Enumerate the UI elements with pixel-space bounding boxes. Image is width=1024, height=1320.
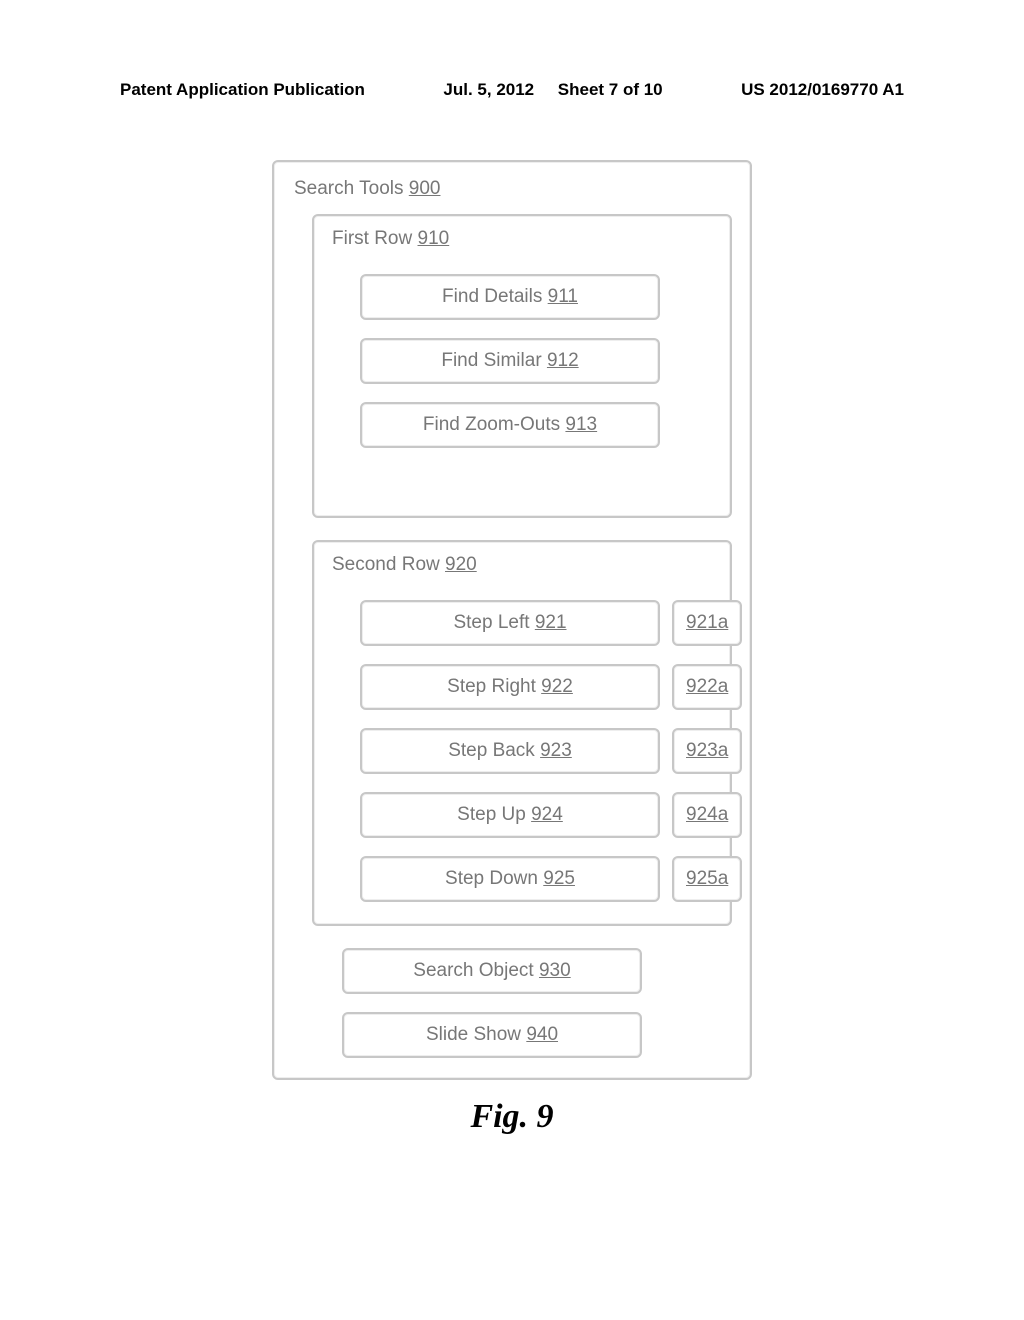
first-row-label: First Row xyxy=(332,228,412,249)
first-row-title: First Row 910 xyxy=(332,228,714,250)
step-right-box: Step Right 922 xyxy=(360,664,660,710)
second-row-item: Step Right 922 922a xyxy=(360,664,714,710)
patent-page: Patent Application Publication Jul. 5, 2… xyxy=(0,0,1024,1320)
header-right: US 2012/0169770 A1 xyxy=(741,80,904,100)
second-row-item: Step Back 923 923a xyxy=(360,728,714,774)
search-object-box: Search Object 930 xyxy=(342,948,642,994)
step-down-aux: 925a xyxy=(686,868,728,890)
second-row-ref: 920 xyxy=(445,554,477,575)
step-left-aux: 921a xyxy=(686,612,728,634)
header-mid: Jul. 5, 2012 Sheet 7 of 10 xyxy=(443,80,662,100)
search-tools-title: Search Tools 900 xyxy=(294,178,732,200)
first-row-item: Find Details 911 xyxy=(360,274,714,320)
second-row-item: Step Down 925 925a xyxy=(360,856,714,902)
find-zoomouts-ref: 913 xyxy=(565,414,597,435)
search-tools-label: Search Tools xyxy=(294,178,404,199)
step-down-ref: 925 xyxy=(543,868,575,889)
step-left-box: Step Left 921 xyxy=(360,600,660,646)
search-object-ref: 930 xyxy=(539,960,571,981)
step-down-aux-box: 925a xyxy=(672,856,742,902)
step-right-aux: 922a xyxy=(686,676,728,698)
step-up-aux-box: 924a xyxy=(672,792,742,838)
first-row-item: Find Zoom-Outs 913 xyxy=(360,402,714,448)
header-sheet: Sheet 7 of 10 xyxy=(558,80,663,99)
find-zoomouts-box: Find Zoom-Outs 913 xyxy=(360,402,660,448)
step-right-ref: 922 xyxy=(541,676,573,697)
slide-show-box: Slide Show 940 xyxy=(342,1012,642,1058)
step-back-aux-box: 923a xyxy=(672,728,742,774)
first-row-item: Find Similar 912 xyxy=(360,338,714,384)
diagram: Search Tools 900 First Row 910 Find Deta… xyxy=(272,160,752,1136)
page-header: Patent Application Publication Jul. 5, 2… xyxy=(120,80,904,100)
step-right-label: Step Right xyxy=(447,676,536,697)
search-tools-box: Search Tools 900 First Row 910 Find Deta… xyxy=(272,160,752,1080)
header-left: Patent Application Publication xyxy=(120,80,365,100)
search-object-label: Search Object xyxy=(413,960,533,981)
step-up-label: Step Up xyxy=(457,804,526,825)
figure-label: Fig. 9 xyxy=(272,1098,752,1136)
find-similar-label: Find Similar xyxy=(441,350,541,371)
slide-show-ref: 940 xyxy=(526,1024,558,1045)
step-up-box: Step Up 924 xyxy=(360,792,660,838)
step-down-box: Step Down 925 xyxy=(360,856,660,902)
step-left-aux-box: 921a xyxy=(672,600,742,646)
step-right-aux-box: 922a xyxy=(672,664,742,710)
search-tools-ref: 900 xyxy=(409,178,441,199)
second-row-item: Step Left 921 921a xyxy=(360,600,714,646)
step-back-box: Step Back 923 xyxy=(360,728,660,774)
second-row-item: Step Up 924 924a xyxy=(360,792,714,838)
step-back-label: Step Back xyxy=(448,740,535,761)
header-date: Jul. 5, 2012 xyxy=(443,80,534,99)
step-back-aux: 923a xyxy=(686,740,728,762)
find-details-ref: 911 xyxy=(548,286,578,307)
find-details-box: Find Details 911 xyxy=(360,274,660,320)
step-left-ref: 921 xyxy=(535,612,567,633)
find-similar-box: Find Similar 912 xyxy=(360,338,660,384)
second-row-box: Second Row 920 Step Left 921 921a Step R… xyxy=(312,540,732,926)
first-row-box: First Row 910 Find Details 911 Find Simi… xyxy=(312,214,732,518)
find-zoomouts-label: Find Zoom-Outs xyxy=(423,414,560,435)
step-up-aux: 924a xyxy=(686,804,728,826)
find-similar-ref: 912 xyxy=(547,350,579,371)
step-left-label: Step Left xyxy=(453,612,529,633)
slide-show-label: Slide Show xyxy=(426,1024,521,1045)
second-row-title: Second Row 920 xyxy=(332,554,714,576)
second-row-label: Second Row xyxy=(332,554,440,575)
step-up-ref: 924 xyxy=(531,804,563,825)
first-row-ref: 910 xyxy=(418,228,450,249)
find-details-label: Find Details xyxy=(442,286,542,307)
step-down-label: Step Down xyxy=(445,868,538,889)
step-back-ref: 923 xyxy=(540,740,572,761)
